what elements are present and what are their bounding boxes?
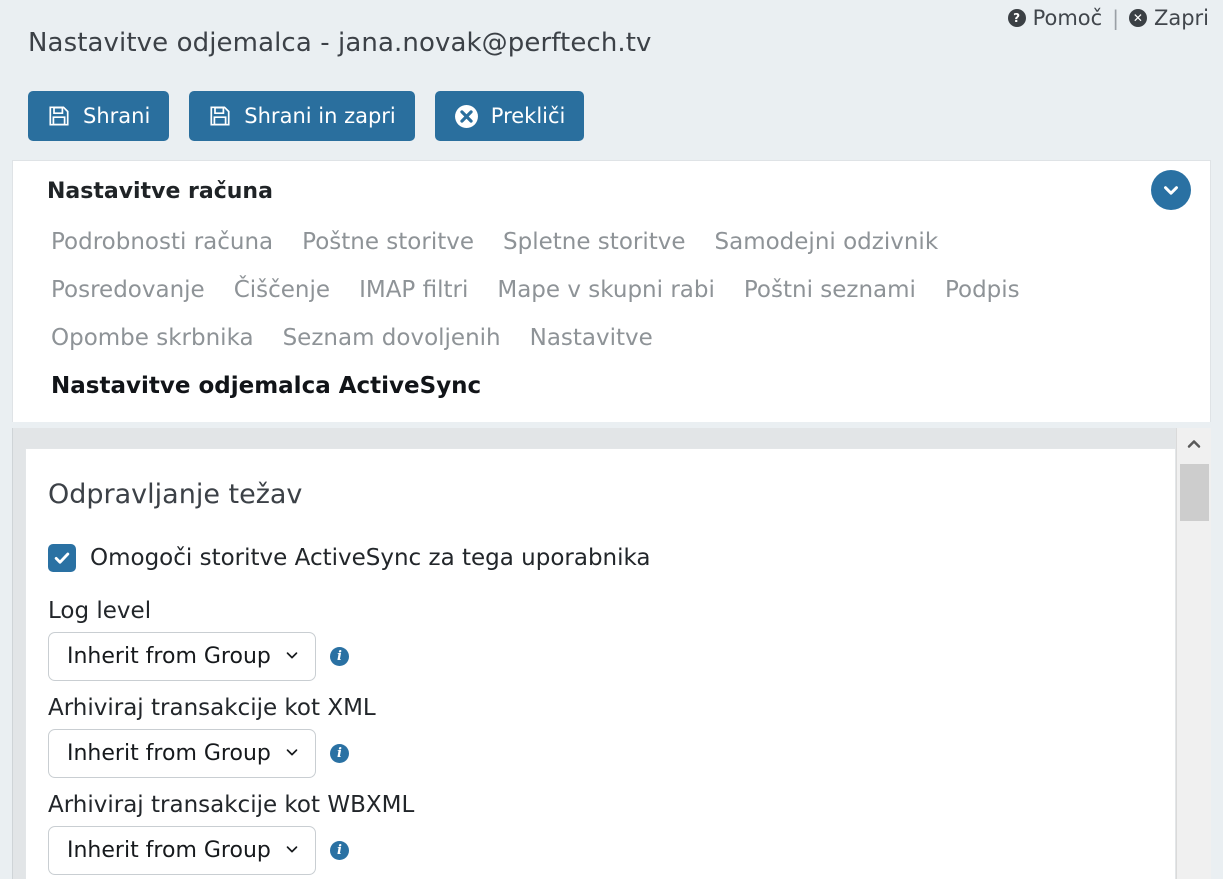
tab-podrobnosti-racuna[interactable]: Podrobnosti računa — [51, 218, 287, 266]
close-link-label: Zapri — [1153, 6, 1209, 30]
section-title: Odpravljanje težav — [48, 479, 303, 510]
field-log-level: Log level Inherit from Group i — [48, 598, 1141, 681]
troubleshooting-card-body: Odpravljanje težav Omogoči storitve Acti… — [26, 449, 1175, 875]
log-level-select[interactable]: Inherit from Group — [48, 632, 316, 681]
field-archive-wbxml: Arhiviraj transakcije kot WBXML Inherit … — [48, 792, 1141, 875]
cancel-button-label: Prekliči — [490, 104, 566, 128]
action-button-row: Shrani Shrani in zapri Prekliči — [28, 91, 585, 141]
tab-spletne-storitve[interactable]: Spletne storitve — [503, 218, 700, 266]
close-link[interactable]: ✕ Zapri — [1128, 6, 1209, 30]
tab-postni-seznami[interactable]: Poštni seznami — [744, 266, 930, 314]
tab-row-4: Nastavitve odjemalca ActiveSync — [51, 362, 1210, 410]
archive-xml-select-wrap: Inherit from Group — [48, 729, 316, 778]
account-settings-panel: Nastavitve računa Podrobnosti računa Poš… — [12, 160, 1211, 422]
tab-ciscenje[interactable]: Čiščenje — [234, 266, 344, 314]
troubleshooting-card: Odpravljanje težav Omogoči storitve Acti… — [25, 448, 1176, 879]
top-links-separator: | — [1112, 6, 1119, 30]
tab-nastavitve[interactable]: Nastavitve — [530, 314, 667, 362]
field-archive-xml-label: Arhiviraj transakcije kot XML — [48, 695, 376, 721]
archive-wbxml-select-wrap: Inherit from Group — [48, 826, 316, 875]
field-archive-wbxml-control: Inherit from Group i — [48, 826, 1141, 875]
save-and-close-button[interactable]: Shrani in zapri — [189, 91, 415, 141]
close-circle-icon: ✕ — [1128, 9, 1147, 27]
cancel-circle-icon — [454, 104, 479, 129]
page-title: Nastavitve odjemalca - jana.novak@perfte… — [28, 28, 652, 58]
enable-activesync-checkbox[interactable] — [48, 544, 76, 572]
scrollbar-thumb[interactable] — [1180, 464, 1209, 521]
tab-nastavitve-odjemalca-activesync[interactable]: Nastavitve odjemalca ActiveSync — [51, 362, 495, 410]
tab-postne-storitve[interactable]: Poštne storitve — [302, 218, 488, 266]
field-archive-xml: Arhiviraj transakcije kot XML Inherit fr… — [48, 695, 1141, 778]
content-area: Odpravljanje težav Omogoči storitve Acti… — [12, 428, 1211, 879]
tab-mape-v-skupni-rabi[interactable]: Mape v skupni rabi — [497, 266, 729, 314]
log-level-select-wrap: Inherit from Group — [48, 632, 316, 681]
account-settings-tabs: Podrobnosti računa Poštne storitve Splet… — [13, 204, 1210, 410]
save-button[interactable]: Shrani — [28, 91, 170, 141]
save-icon — [208, 104, 232, 128]
enable-activesync-row: Omogoči storitve ActiveSync za tega upor… — [48, 544, 1141, 572]
tab-row-1: Podrobnosti računa Poštne storitve Splet… — [51, 218, 1210, 266]
chevron-down-circle-icon[interactable] — [1151, 170, 1191, 210]
field-archive-wbxml-label: Arhiviraj transakcije kot WBXML — [48, 792, 415, 818]
help-circle-icon: ? — [1007, 9, 1026, 27]
save-icon — [47, 104, 71, 128]
top-links: ? Pomoč | ✕ Zapri — [1007, 6, 1209, 30]
help-link-label: Pomoč — [1032, 6, 1103, 30]
field-log-level-label: Log level — [48, 598, 152, 624]
tab-row-2: Posredovanje Čiščenje IMAP filtri Mape v… — [51, 266, 1210, 314]
archive-wbxml-select[interactable]: Inherit from Group — [48, 826, 316, 875]
enable-activesync-label: Omogoči storitve ActiveSync za tega upor… — [90, 545, 651, 571]
scrollbar-up-button[interactable] — [1177, 428, 1211, 463]
top-bar: ? Pomoč | ✕ Zapri Nastavitve odjemalca -… — [0, 0, 1223, 155]
account-settings-title: Nastavitve računa — [47, 179, 273, 204]
tab-samodejni-odzivnik[interactable]: Samodejni odzivnik — [715, 218, 953, 266]
save-button-label: Shrani — [83, 104, 151, 128]
field-log-level-control: Inherit from Group i — [48, 632, 1141, 681]
tab-seznam-dovoljenih[interactable]: Seznam dovoljenih — [283, 314, 515, 362]
info-icon[interactable]: i — [330, 841, 349, 860]
archive-xml-select[interactable]: Inherit from Group — [48, 729, 316, 778]
cancel-button[interactable]: Prekliči — [434, 91, 585, 141]
info-icon[interactable]: i — [330, 744, 349, 763]
field-archive-xml-control: Inherit from Group i — [48, 729, 1141, 778]
help-link[interactable]: ? Pomoč — [1007, 6, 1103, 30]
info-icon[interactable]: i — [330, 647, 349, 666]
tab-imap-filtri[interactable]: IMAP filtri — [359, 266, 482, 314]
chevron-up-icon — [1184, 434, 1204, 458]
vertical-scrollbar[interactable] — [1176, 428, 1211, 879]
tab-podpis[interactable]: Podpis — [945, 266, 1034, 314]
save-and-close-button-label: Shrani in zapri — [244, 104, 396, 128]
tab-opombe-skrbnika[interactable]: Opombe skrbnika — [51, 314, 268, 362]
scrollbar-track[interactable] — [1177, 521, 1211, 879]
account-settings-header: Nastavitve računa — [13, 161, 1210, 210]
tab-posredovanje[interactable]: Posredovanje — [51, 266, 219, 314]
tab-row-3: Opombe skrbnika Seznam dovoljenih Nastav… — [51, 314, 1210, 362]
